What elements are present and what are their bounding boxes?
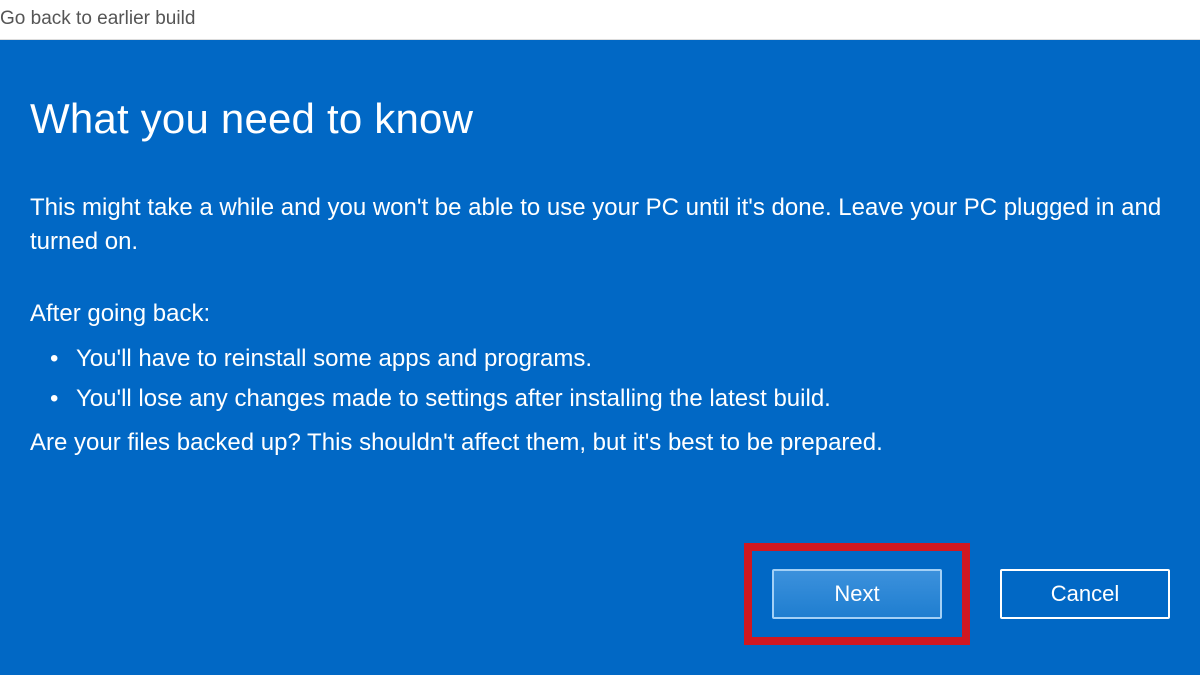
- intro-paragraph: This might take a while and you won't be…: [30, 191, 1170, 259]
- list-subheading: After going back:: [30, 297, 1170, 331]
- button-row: Next Cancel: [744, 543, 1170, 645]
- window-titlebar: Go back to earlier build: [0, 0, 1200, 40]
- page-heading: What you need to know: [30, 95, 1170, 143]
- backup-warning: Are your files backed up? This shouldn't…: [30, 426, 1170, 460]
- list-item: You'll have to reinstall some apps and p…: [68, 339, 1170, 379]
- consequences-list: You'll have to reinstall some apps and p…: [68, 339, 1170, 418]
- main-panel: What you need to know This might take a …: [0, 40, 1200, 675]
- window-title: Go back to earlier build: [0, 8, 195, 29]
- cancel-button[interactable]: Cancel: [1000, 569, 1170, 619]
- next-button-highlight: Next: [744, 543, 970, 645]
- list-item: You'll lose any changes made to settings…: [68, 379, 1170, 419]
- next-button[interactable]: Next: [772, 569, 942, 619]
